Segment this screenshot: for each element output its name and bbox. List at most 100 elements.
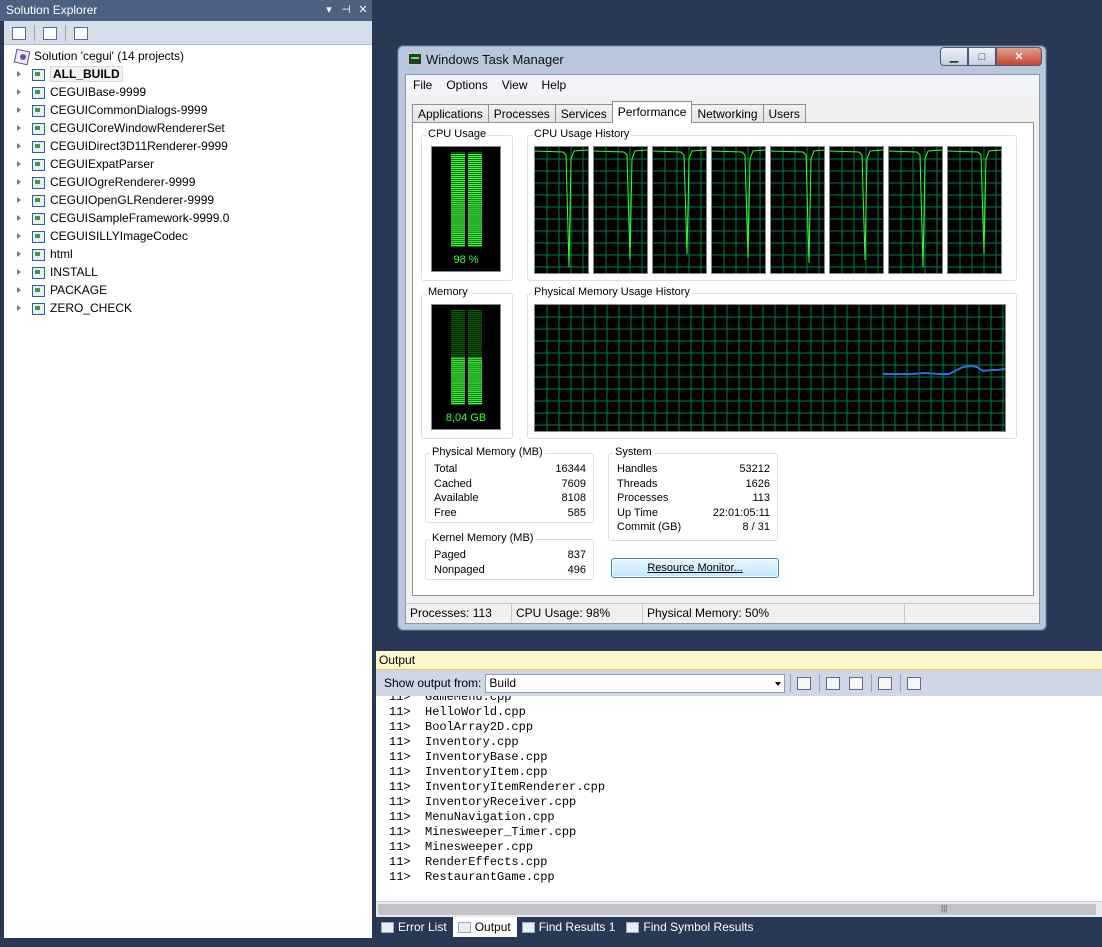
output-line: 11> BoolArray2D.cpp xyxy=(389,720,534,734)
expand-arrow-icon[interactable] xyxy=(14,101,24,119)
output-line: 11> InventoryBase.cpp xyxy=(389,750,548,764)
menu-view[interactable]: View xyxy=(495,75,535,95)
project-node[interactable]: CEGUISampleFramework-9999.0 xyxy=(4,209,229,227)
project-icon xyxy=(30,246,46,262)
tab-users[interactable]: Users xyxy=(762,104,806,123)
cpu-usage-group: CPU Usage 98 % xyxy=(421,128,513,281)
expand-arrow-icon[interactable] xyxy=(14,281,24,299)
meter-segment-dim xyxy=(468,315,482,318)
meter-segment-lit xyxy=(451,361,465,363)
output-text-area[interactable]: 11> GameMenu.cpp 11> HelloWorld.cpp 11> Bo… xyxy=(376,696,1102,914)
meter-segment-dim xyxy=(451,333,465,336)
meter-segment-lit xyxy=(451,385,465,387)
expand-arrow-icon[interactable] xyxy=(14,209,24,227)
meter-segment-lit xyxy=(468,381,482,383)
meter-segment-lit xyxy=(468,389,482,391)
expand-arrow-icon[interactable] xyxy=(14,173,24,191)
meter-segment-lit xyxy=(468,375,482,377)
meter-segment-lit xyxy=(468,199,482,201)
expand-arrow-icon[interactable] xyxy=(14,191,24,209)
meter-segment-dim xyxy=(468,310,482,312)
task-manager-client: File Options View Help Applications Proc… xyxy=(405,74,1040,624)
bottom-tab[interactable]: Output xyxy=(452,917,517,937)
project-node[interactable]: ALL_BUILD xyxy=(4,65,123,83)
project-node[interactable]: CEGUIOpenGLRenderer-9999 xyxy=(4,191,214,209)
stat-value: 16344 xyxy=(555,463,586,475)
tab-applications[interactable]: Applications xyxy=(412,104,489,123)
project-node[interactable]: ZERO_CHECK xyxy=(4,299,132,317)
meter-segment-lit xyxy=(451,383,465,385)
resource-monitor-button[interactable]: Resource Monitor... xyxy=(611,558,779,578)
show-all-files-icon[interactable] xyxy=(41,25,59,41)
tab-services[interactable]: Services xyxy=(554,104,613,123)
project-node[interactable]: CEGUISILLYImageCodec xyxy=(4,227,188,245)
cpu-history-line xyxy=(535,149,588,268)
task-manager-title: Windows Task Manager xyxy=(426,52,564,67)
meter-segment-lit xyxy=(468,227,482,229)
project-node[interactable]: CEGUICommonDialogs-9999 xyxy=(4,101,207,119)
project-node[interactable]: INSTALL xyxy=(4,263,98,281)
menu-options[interactable]: Options xyxy=(439,75,494,95)
bottom-tab[interactable]: Error List xyxy=(376,917,453,937)
meter-segment-dim xyxy=(468,319,482,322)
output-line: 11> HelloWorld.cpp xyxy=(389,705,526,719)
project-icon xyxy=(30,84,46,100)
close-button[interactable]: ✕ xyxy=(996,47,1042,66)
menu-file[interactable]: File xyxy=(406,75,439,95)
expand-arrow-icon[interactable] xyxy=(14,137,24,155)
window-position-dropdown-icon[interactable]: ▾ xyxy=(324,0,334,21)
project-node[interactable]: CEGUIExpatParser xyxy=(4,155,154,173)
physical-memory-label: Physical Memory (MB) xyxy=(430,446,545,458)
expand-arrow-icon[interactable] xyxy=(14,83,24,101)
expand-arrow-icon[interactable] xyxy=(14,263,24,281)
maximize-button[interactable]: □ xyxy=(968,47,996,66)
menu-help[interactable]: Help xyxy=(535,75,574,95)
bottom-tab[interactable]: Find Results 1 xyxy=(517,917,622,937)
meter-segment-lit xyxy=(451,177,465,180)
expand-arrow-icon[interactable] xyxy=(14,245,24,263)
minimize-button[interactable]: ▁ xyxy=(940,47,968,66)
meter-segment-lit xyxy=(468,225,482,227)
next-message-icon[interactable] xyxy=(846,674,866,692)
project-node[interactable]: html xyxy=(4,245,73,263)
project-node[interactable]: CEGUICoreWindowRendererSet xyxy=(4,119,225,137)
meter-segment-lit xyxy=(451,156,465,158)
project-node[interactable]: CEGUIBase-9999 xyxy=(4,83,146,101)
output-line: 11> Minesweeper.cpp xyxy=(389,840,534,854)
project-node[interactable]: CEGUIDirect3D11Renderer-9999 xyxy=(4,137,228,155)
project-node[interactable]: PACKAGE xyxy=(4,281,107,299)
previous-message-icon[interactable] xyxy=(823,674,843,692)
meter-segment-lit xyxy=(468,239,482,241)
pin-icon[interactable]: ⊣ xyxy=(341,0,351,21)
expand-arrow-icon[interactable] xyxy=(14,65,24,83)
expand-arrow-icon[interactable] xyxy=(14,299,24,317)
class-view-icon[interactable] xyxy=(72,25,90,41)
expand-arrow-icon[interactable] xyxy=(14,119,24,137)
memory-history-svg xyxy=(535,305,1005,431)
project-node[interactable]: CEGUIOgreRenderer-9999 xyxy=(4,173,195,191)
expand-arrow-icon[interactable] xyxy=(14,155,24,173)
output-source-select[interactable]: Build xyxy=(485,673,786,693)
meter-segment-lit xyxy=(468,156,482,158)
tab-processes[interactable]: Processes xyxy=(487,104,556,123)
meter-segment-lit xyxy=(451,377,465,379)
tab-networking[interactable]: Networking xyxy=(691,104,764,123)
word-wrap-icon[interactable] xyxy=(904,674,924,692)
project-label: CEGUIExpatParser xyxy=(50,157,155,171)
close-icon[interactable]: ✕ xyxy=(358,0,368,21)
horizontal-scrollbar[interactable]: ||| xyxy=(376,901,1102,917)
properties-icon[interactable] xyxy=(10,25,28,41)
project-icon xyxy=(30,156,46,172)
meter-segment-dim xyxy=(451,331,465,334)
expand-arrow-icon[interactable] xyxy=(14,227,24,245)
scrollbar-thumb[interactable] xyxy=(378,904,1096,915)
bottom-tab[interactable]: Find Symbol Results xyxy=(621,917,759,937)
tab-performance[interactable]: Performance xyxy=(611,101,693,123)
clear-all-icon[interactable] xyxy=(875,674,895,692)
stat-row: Free 585 xyxy=(434,507,586,521)
solution-node[interactable]: Solution 'cegui' (14 projects) xyxy=(4,47,184,65)
toolbar-separator xyxy=(871,674,873,692)
task-manager-titlebar[interactable]: Windows Task Manager ▁ □ ✕ xyxy=(398,46,1046,74)
find-message-icon[interactable] xyxy=(794,674,814,692)
meter-segment-lit xyxy=(451,187,465,189)
